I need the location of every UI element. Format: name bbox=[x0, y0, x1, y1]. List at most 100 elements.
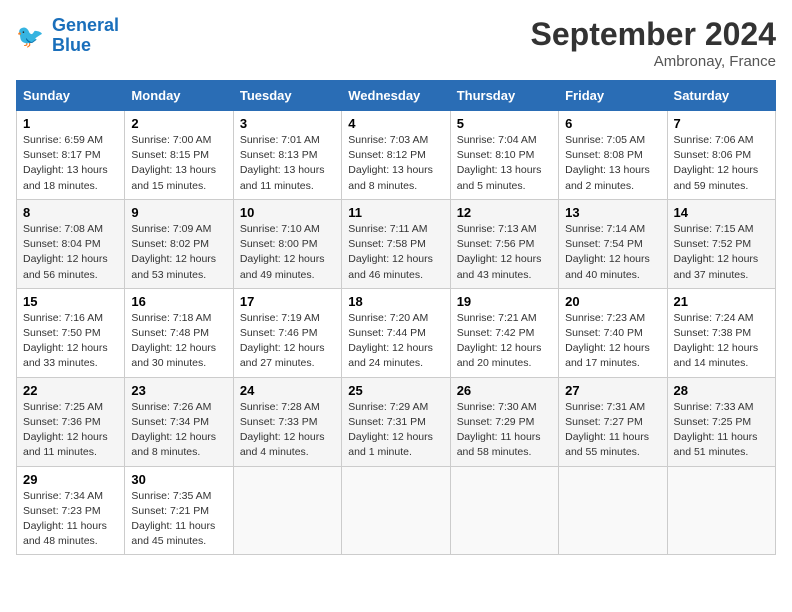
daylight-label: Daylight: 12 hours and 53 minutes. bbox=[131, 253, 216, 280]
day-info: Sunrise: 7:23 AM Sunset: 7:40 PM Dayligh… bbox=[565, 311, 660, 372]
calendar-cell bbox=[450, 466, 558, 555]
sunset-label: Sunset: 7:42 PM bbox=[457, 327, 535, 339]
col-sunday: Sunday bbox=[17, 81, 125, 111]
sunset-label: Sunset: 7:48 PM bbox=[131, 327, 209, 339]
day-info: Sunrise: 7:25 AM Sunset: 7:36 PM Dayligh… bbox=[23, 400, 118, 461]
sunrise-label: Sunrise: 6:59 AM bbox=[23, 134, 103, 146]
calendar-cell: 13 Sunrise: 7:14 AM Sunset: 7:54 PM Dayl… bbox=[559, 199, 667, 288]
day-number: 30 bbox=[131, 472, 226, 487]
sunrise-label: Sunrise: 7:35 AM bbox=[131, 490, 211, 502]
sunrise-label: Sunrise: 7:00 AM bbox=[131, 134, 211, 146]
day-info: Sunrise: 7:15 AM Sunset: 7:52 PM Dayligh… bbox=[674, 222, 769, 283]
day-number: 8 bbox=[23, 205, 118, 220]
sunrise-label: Sunrise: 7:01 AM bbox=[240, 134, 320, 146]
calendar-cell: 11 Sunrise: 7:11 AM Sunset: 7:58 PM Dayl… bbox=[342, 199, 450, 288]
day-number: 18 bbox=[348, 294, 443, 309]
sunrise-label: Sunrise: 7:30 AM bbox=[457, 401, 537, 413]
sunrise-label: Sunrise: 7:26 AM bbox=[131, 401, 211, 413]
sunset-label: Sunset: 8:00 PM bbox=[240, 238, 318, 250]
sunrise-label: Sunrise: 7:03 AM bbox=[348, 134, 428, 146]
calendar-cell: 17 Sunrise: 7:19 AM Sunset: 7:46 PM Dayl… bbox=[233, 288, 341, 377]
day-number: 12 bbox=[457, 205, 552, 220]
daylight-label: Daylight: 11 hours and 51 minutes. bbox=[674, 431, 758, 458]
calendar-cell: 27 Sunrise: 7:31 AM Sunset: 7:27 PM Dayl… bbox=[559, 377, 667, 466]
calendar-cell: 22 Sunrise: 7:25 AM Sunset: 7:36 PM Dayl… bbox=[17, 377, 125, 466]
calendar-cell: 19 Sunrise: 7:21 AM Sunset: 7:42 PM Dayl… bbox=[450, 288, 558, 377]
day-info: Sunrise: 7:05 AM Sunset: 8:08 PM Dayligh… bbox=[565, 133, 660, 194]
calendar-cell: 7 Sunrise: 7:06 AM Sunset: 8:06 PM Dayli… bbox=[667, 111, 775, 200]
sunrise-label: Sunrise: 7:24 AM bbox=[674, 312, 754, 324]
day-number: 11 bbox=[348, 205, 443, 220]
logo-line2: Blue bbox=[52, 35, 91, 55]
sunrise-label: Sunrise: 7:13 AM bbox=[457, 223, 537, 235]
sunrise-label: Sunrise: 7:11 AM bbox=[348, 223, 427, 235]
day-info: Sunrise: 6:59 AM Sunset: 8:17 PM Dayligh… bbox=[23, 133, 118, 194]
header-row: Sunday Monday Tuesday Wednesday Thursday… bbox=[17, 81, 776, 111]
day-number: 21 bbox=[674, 294, 769, 309]
daylight-label: Daylight: 12 hours and 56 minutes. bbox=[23, 253, 108, 280]
sunrise-label: Sunrise: 7:06 AM bbox=[674, 134, 754, 146]
sunset-label: Sunset: 7:21 PM bbox=[131, 505, 209, 517]
col-friday: Friday bbox=[559, 81, 667, 111]
sunrise-label: Sunrise: 7:21 AM bbox=[457, 312, 537, 324]
day-number: 6 bbox=[565, 116, 660, 131]
daylight-label: Daylight: 13 hours and 8 minutes. bbox=[348, 164, 433, 191]
sunrise-label: Sunrise: 7:31 AM bbox=[565, 401, 645, 413]
calendar-cell: 1 Sunrise: 6:59 AM Sunset: 8:17 PM Dayli… bbox=[17, 111, 125, 200]
day-number: 17 bbox=[240, 294, 335, 309]
day-number: 9 bbox=[131, 205, 226, 220]
calendar-cell: 5 Sunrise: 7:04 AM Sunset: 8:10 PM Dayli… bbox=[450, 111, 558, 200]
sunrise-label: Sunrise: 7:04 AM bbox=[457, 134, 537, 146]
daylight-label: Daylight: 12 hours and 17 minutes. bbox=[565, 342, 650, 369]
col-tuesday: Tuesday bbox=[233, 81, 341, 111]
day-info: Sunrise: 7:01 AM Sunset: 8:13 PM Dayligh… bbox=[240, 133, 335, 194]
daylight-label: Daylight: 13 hours and 2 minutes. bbox=[565, 164, 650, 191]
day-number: 2 bbox=[131, 116, 226, 131]
sunrise-label: Sunrise: 7:33 AM bbox=[674, 401, 754, 413]
sunrise-label: Sunrise: 7:14 AM bbox=[565, 223, 645, 235]
day-number: 14 bbox=[674, 205, 769, 220]
day-number: 3 bbox=[240, 116, 335, 131]
calendar-table: Sunday Monday Tuesday Wednesday Thursday… bbox=[16, 80, 776, 555]
calendar-row: 1 Sunrise: 6:59 AM Sunset: 8:17 PM Dayli… bbox=[17, 111, 776, 200]
logo-line1: General bbox=[52, 15, 119, 35]
sunset-label: Sunset: 8:10 PM bbox=[457, 149, 535, 161]
calendar-cell: 15 Sunrise: 7:16 AM Sunset: 7:50 PM Dayl… bbox=[17, 288, 125, 377]
calendar-cell: 20 Sunrise: 7:23 AM Sunset: 7:40 PM Dayl… bbox=[559, 288, 667, 377]
sunset-label: Sunset: 7:52 PM bbox=[674, 238, 752, 250]
sunset-label: Sunset: 8:12 PM bbox=[348, 149, 426, 161]
day-info: Sunrise: 7:06 AM Sunset: 8:06 PM Dayligh… bbox=[674, 133, 769, 194]
day-number: 15 bbox=[23, 294, 118, 309]
daylight-label: Daylight: 12 hours and 49 minutes. bbox=[240, 253, 325, 280]
logo: 🐦 General Blue bbox=[16, 16, 119, 56]
day-number: 25 bbox=[348, 383, 443, 398]
col-monday: Monday bbox=[125, 81, 233, 111]
sunrise-label: Sunrise: 7:19 AM bbox=[240, 312, 320, 324]
calendar-row: 22 Sunrise: 7:25 AM Sunset: 7:36 PM Dayl… bbox=[17, 377, 776, 466]
daylight-label: Daylight: 11 hours and 58 minutes. bbox=[457, 431, 541, 458]
sunrise-label: Sunrise: 7:18 AM bbox=[131, 312, 211, 324]
header: 🐦 General Blue September 2024 Ambronay, … bbox=[16, 16, 776, 70]
daylight-label: Daylight: 12 hours and 14 minutes. bbox=[674, 342, 759, 369]
calendar-cell: 2 Sunrise: 7:00 AM Sunset: 8:15 PM Dayli… bbox=[125, 111, 233, 200]
calendar-cell: 16 Sunrise: 7:18 AM Sunset: 7:48 PM Dayl… bbox=[125, 288, 233, 377]
sunrise-label: Sunrise: 7:28 AM bbox=[240, 401, 320, 413]
day-number: 5 bbox=[457, 116, 552, 131]
title-area: September 2024 Ambronay, France bbox=[531, 16, 776, 70]
daylight-label: Daylight: 12 hours and 43 minutes. bbox=[457, 253, 542, 280]
sunset-label: Sunset: 7:27 PM bbox=[565, 416, 643, 428]
sunset-label: Sunset: 7:56 PM bbox=[457, 238, 535, 250]
daylight-label: Daylight: 12 hours and 1 minute. bbox=[348, 431, 433, 458]
daylight-label: Daylight: 13 hours and 5 minutes. bbox=[457, 164, 542, 191]
calendar-cell: 8 Sunrise: 7:08 AM Sunset: 8:04 PM Dayli… bbox=[17, 199, 125, 288]
daylight-label: Daylight: 12 hours and 20 minutes. bbox=[457, 342, 542, 369]
location: Ambronay, France bbox=[531, 53, 776, 70]
day-info: Sunrise: 7:24 AM Sunset: 7:38 PM Dayligh… bbox=[674, 311, 769, 372]
logo-icon: 🐦 bbox=[16, 20, 48, 52]
col-thursday: Thursday bbox=[450, 81, 558, 111]
calendar-row: 8 Sunrise: 7:08 AM Sunset: 8:04 PM Dayli… bbox=[17, 199, 776, 288]
calendar-cell: 4 Sunrise: 7:03 AM Sunset: 8:12 PM Dayli… bbox=[342, 111, 450, 200]
day-info: Sunrise: 7:08 AM Sunset: 8:04 PM Dayligh… bbox=[23, 222, 118, 283]
col-saturday: Saturday bbox=[667, 81, 775, 111]
calendar-cell: 18 Sunrise: 7:20 AM Sunset: 7:44 PM Dayl… bbox=[342, 288, 450, 377]
